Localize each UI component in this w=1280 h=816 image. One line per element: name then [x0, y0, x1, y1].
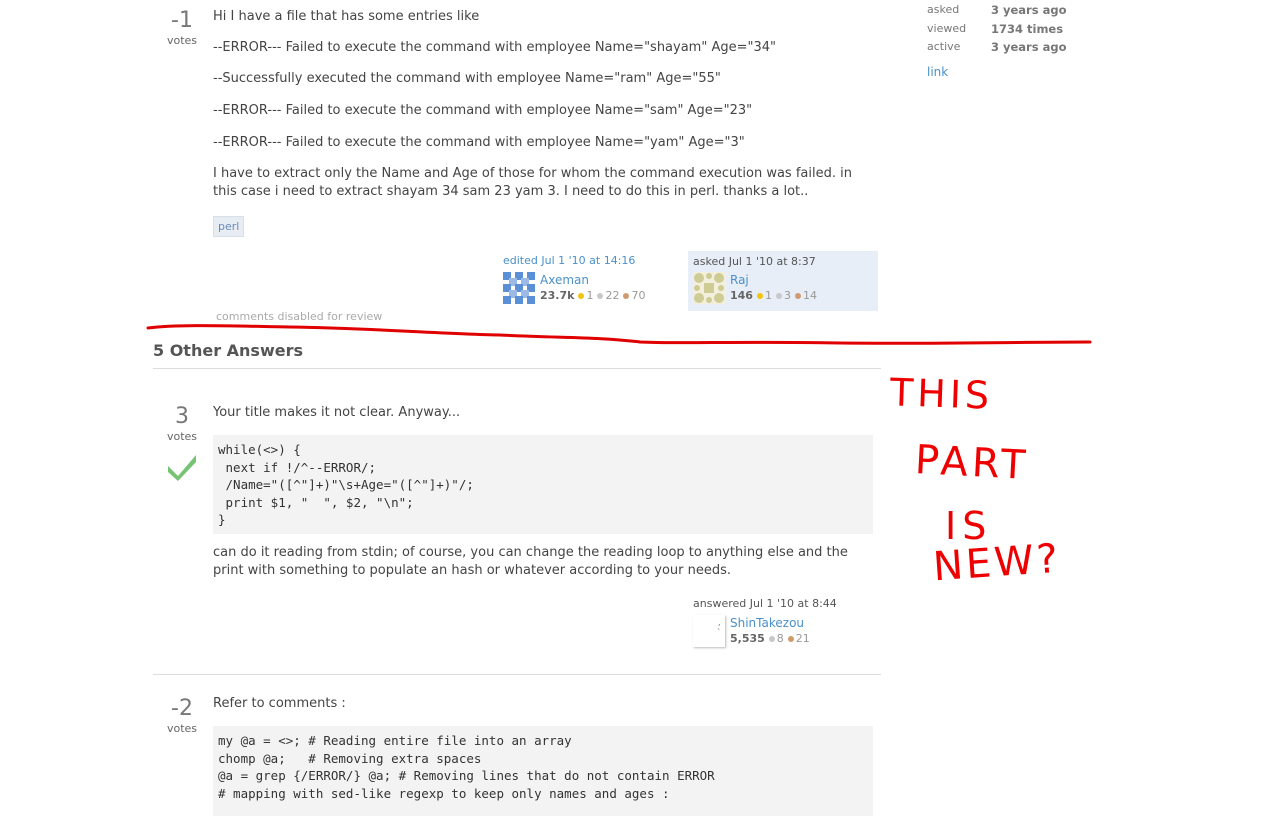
red-underline-annotation — [146, 324, 1092, 345]
asked-value: 3 years ago — [991, 3, 1067, 17]
edited-timestamp[interactable]: edited Jul 1 '10 at 14:16 — [503, 254, 683, 267]
question-paragraph: --ERROR--- Failed to execute the command… — [213, 135, 745, 150]
silver-badge-icon — [597, 293, 604, 299]
silver-badge-count: 8 — [776, 632, 784, 645]
svg-text:,: , — [718, 618, 721, 627]
bronze-badge-count: 14 — [802, 289, 817, 302]
answer-intro: Refer to comments : — [213, 696, 346, 711]
question-vote-box: -1 votes — [162, 8, 202, 48]
note-line: NEW? — [931, 535, 1063, 591]
avatar[interactable] — [693, 272, 725, 304]
answerer-reputation: 5,535 — [730, 632, 765, 645]
answer-code-block: while(<>) { next if !/^--ERROR/; /Name="… — [213, 435, 873, 534]
answer-intro: Your title makes it not clear. Anyway... — [213, 405, 461, 420]
active-value: 3 years ago — [991, 40, 1067, 54]
bronze-badge-count: 70 — [631, 289, 646, 302]
asked-timestamp: asked Jul 1 '10 at 8:37 — [693, 255, 816, 268]
gold-badge-icon — [578, 293, 585, 299]
answerer-username[interactable]: ShinTakezou — [730, 616, 810, 630]
share-link[interactable]: link — [927, 65, 948, 79]
svg-text:`: ` — [717, 627, 721, 637]
avatar[interactable] — [503, 272, 535, 304]
accepted-check-icon — [166, 449, 198, 481]
viewed-label: viewed — [927, 22, 967, 35]
answer-vote-box: -2 votes — [162, 696, 202, 736]
question-votes-label: votes — [166, 34, 198, 47]
answer-vote-count: -2 — [171, 696, 193, 721]
bronze-badge-icon — [787, 636, 794, 642]
question-paragraph: Hi I have a file that has some entries l… — [213, 9, 480, 24]
bronze-badge-count: 21 — [795, 632, 810, 645]
handwritten-note: THIS PART IS NEW? — [885, 370, 1105, 602]
question-paragraph: I have to extract only the Name and Age … — [213, 166, 852, 199]
answer-code-block: my @a = <>; # Reading entire file into a… — [213, 726, 873, 816]
editor-reputation: 23.7k — [540, 289, 575, 302]
answer-vote-box: 3 votes — [162, 406, 202, 481]
answered-timestamp: answered Jul 1 '10 at 8:44 — [693, 597, 837, 610]
answer-divider — [153, 674, 881, 675]
answer-paragraph: can do it reading from stdin; of course,… — [213, 545, 848, 578]
question-paragraph: --ERROR--- Failed to execute the command… — [213, 40, 776, 55]
silver-badge-count: 22 — [605, 289, 620, 302]
silver-badge-icon — [768, 636, 775, 642]
answer-owner-signature: answered Jul 1 '10 at 8:44 , ` ShinTakezo… — [693, 597, 873, 647]
viewed-value: 1734 times — [991, 22, 1064, 36]
avatar[interactable]: , ` — [693, 615, 725, 647]
question-vote-count: -1 — [171, 8, 193, 33]
bronze-badge-icon — [623, 293, 630, 299]
gold-badge-icon — [756, 293, 763, 299]
question-owner-signature: asked Jul 1 '10 at 8:37 Raj 146 1 3 14 — [688, 251, 878, 311]
answer-votes-label: votes — [166, 722, 198, 735]
editor-username[interactable]: Axeman — [540, 273, 645, 287]
question-paragraph: --Successfully executed the command with… — [213, 71, 721, 86]
answer-votes-label: votes — [166, 430, 198, 443]
silver-badge-count: 3 — [783, 289, 791, 302]
owner-reputation: 146 — [730, 289, 753, 302]
owner-username[interactable]: Raj — [730, 273, 817, 287]
note-line: THIS — [889, 370, 994, 418]
tag-perl[interactable]: perl — [213, 216, 245, 237]
question-edit-signature: edited Jul 1 '10 at 14:16 Axeman 23.7k 1 2… — [503, 254, 683, 304]
gold-badge-count: 1 — [764, 289, 772, 302]
answer-vote-count: 3 — [175, 404, 189, 429]
answers-header-divider — [153, 368, 881, 369]
asked-label: asked — [927, 3, 960, 16]
gold-badge-count: 1 — [586, 289, 594, 302]
active-label: active — [927, 40, 961, 53]
question-paragraph: --ERROR--- Failed to execute the command… — [213, 103, 753, 118]
bronze-badge-icon — [794, 293, 801, 299]
note-line: PART — [913, 437, 1031, 489]
silver-badge-icon — [775, 293, 782, 299]
